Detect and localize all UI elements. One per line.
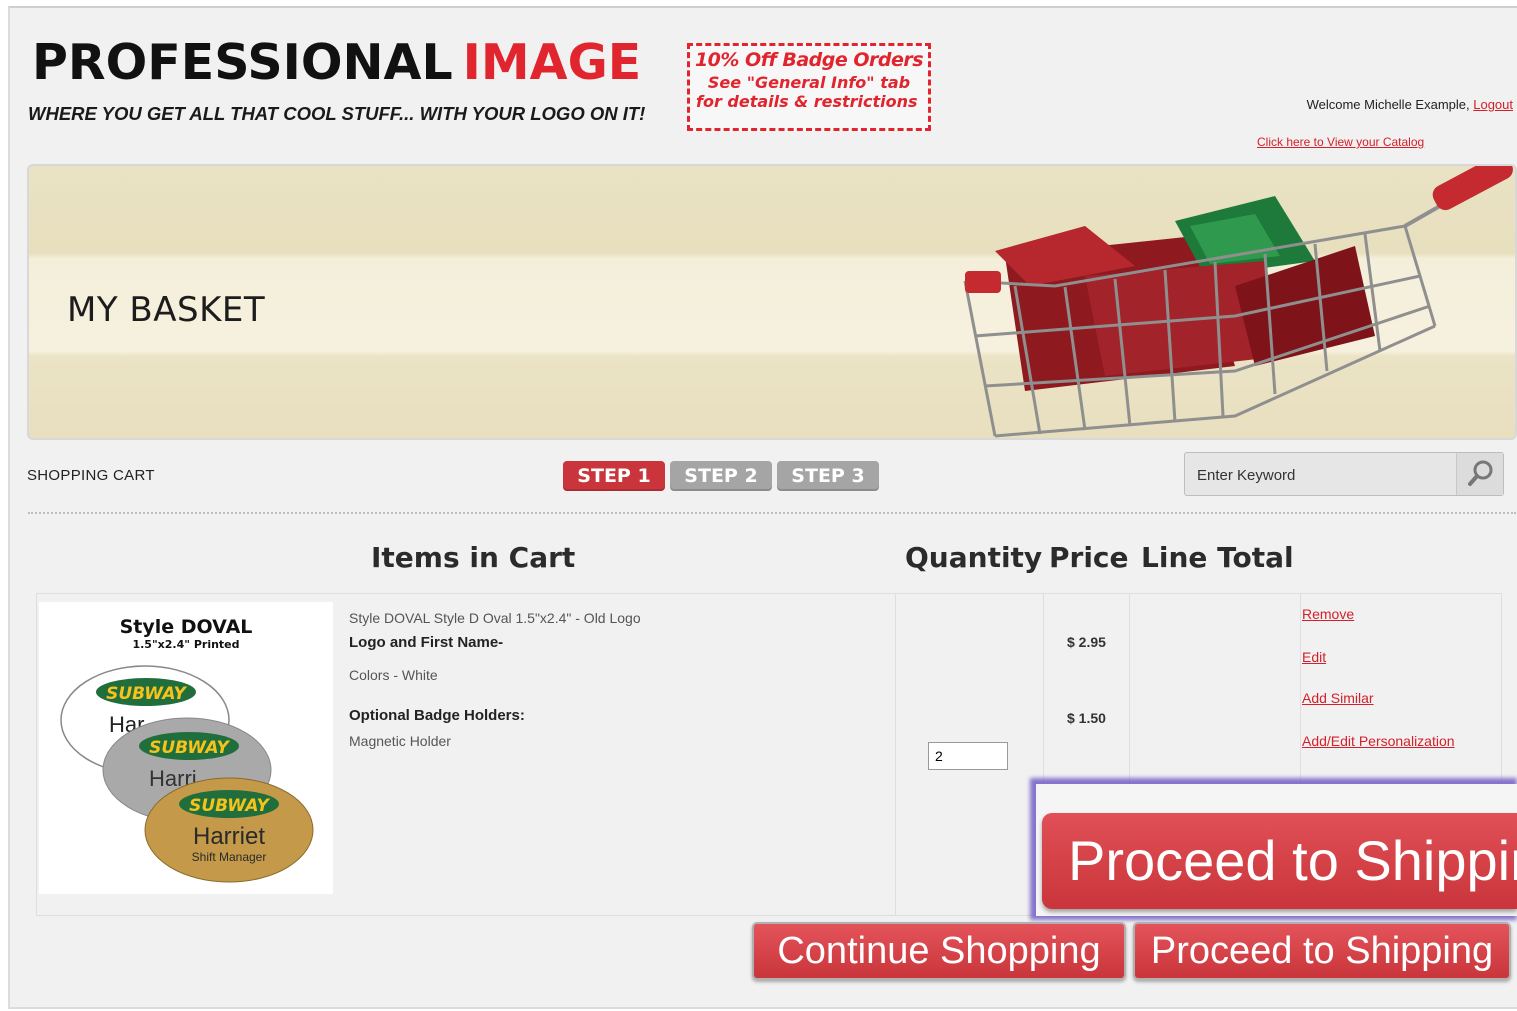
quantity-input[interactable] bbox=[928, 742, 1008, 770]
proceed-to-shipping-button[interactable]: Proceed to Shipping bbox=[1133, 922, 1511, 980]
item-price: $ 2.95 bbox=[1067, 634, 1106, 650]
header-items-in-cart: Items in Cart bbox=[371, 541, 576, 574]
product-image[interactable]: Style DOVAL 1.5"x2.4" Printed SUBWAY Har… bbox=[39, 602, 333, 894]
svg-text:Shift Manager: Shift Manager bbox=[192, 850, 267, 864]
brand-tagline: WHERE YOU GET ALL THAT COOL STUFF... WIT… bbox=[28, 103, 646, 124]
badge-holders-label: Optional Badge Holders: bbox=[349, 707, 525, 724]
svg-text:Harriet: Harriet bbox=[193, 823, 265, 850]
badge-holder-value: Magnetic Holder bbox=[349, 733, 451, 749]
welcome-message: Welcome Michelle Example, Logout bbox=[1307, 97, 1513, 112]
search-input[interactable] bbox=[1195, 462, 1459, 488]
promo-line-3: for details & restrictions bbox=[696, 92, 918, 111]
header-price: Price bbox=[1049, 541, 1129, 574]
svg-text:SUBWAY: SUBWAY bbox=[189, 796, 270, 816]
svg-text:SUBWAY: SUBWAY bbox=[149, 738, 230, 758]
section-divider bbox=[28, 512, 1516, 514]
promo-coupon: 10% Off Badge Orders See "General Info" … bbox=[687, 43, 931, 131]
header-line-total: Line Total bbox=[1141, 541, 1294, 574]
banner-title: MY BASKET bbox=[67, 290, 266, 330]
promo-title: 10% Off Badge Orders bbox=[694, 49, 924, 71]
promo-line-2: See "General Info" tab bbox=[707, 73, 911, 92]
name-badge-illustration: SUBWAY Har SUBWAY Harri SUBWAY Harriet S… bbox=[60, 665, 314, 883]
basket-banner: MY BASKET bbox=[27, 164, 1517, 440]
welcome-text: Welcome Michelle Example, bbox=[1306, 97, 1470, 112]
brand-name-red: IMAGE bbox=[462, 34, 642, 91]
search-icon bbox=[1468, 460, 1493, 486]
step-1-tab[interactable]: STEP 1 bbox=[563, 461, 665, 491]
search-button[interactable] bbox=[1456, 453, 1503, 495]
product-name: Style DOVAL Style D Oval 1.5"x2.4" - Old… bbox=[349, 610, 641, 626]
product-colors: Colors - White bbox=[349, 667, 438, 683]
add-edit-personalization-link[interactable]: Add/Edit Personalization bbox=[1302, 733, 1455, 749]
logout-link[interactable]: Logout bbox=[1473, 97, 1513, 112]
svg-text:SUBWAY: SUBWAY bbox=[106, 684, 187, 704]
breadcrumb: SHOPPING CART bbox=[27, 467, 155, 484]
product-option-label: Logo and First Name- bbox=[349, 634, 504, 651]
remove-link[interactable]: Remove bbox=[1302, 606, 1354, 622]
edit-link[interactable]: Edit bbox=[1302, 649, 1326, 665]
header-quantity: Quantity bbox=[905, 541, 1043, 574]
search-box bbox=[1184, 452, 1504, 496]
proceed-to-shipping-zoom-button[interactable]: Proceed to Shipping bbox=[1042, 813, 1517, 909]
continue-shopping-button[interactable]: Continue Shopping bbox=[752, 922, 1126, 980]
checkout-steps: STEP 1 STEP 2 STEP 3 bbox=[563, 461, 879, 491]
step-2-tab[interactable]: STEP 2 bbox=[670, 461, 772, 491]
brand-logo[interactable]: PROFESSIONAL IMAGE bbox=[32, 38, 641, 87]
brand-name-black: PROFESSIONAL bbox=[32, 34, 453, 91]
shopping-cart-icon bbox=[963, 166, 1513, 438]
step-3-tab[interactable]: STEP 3 bbox=[777, 461, 879, 491]
holder-price: $ 1.50 bbox=[1067, 710, 1106, 726]
column-divider bbox=[895, 594, 896, 915]
add-similar-link[interactable]: Add Similar bbox=[1302, 690, 1374, 706]
view-catalog-link[interactable]: Click here to View your Catalog bbox=[1257, 135, 1424, 149]
